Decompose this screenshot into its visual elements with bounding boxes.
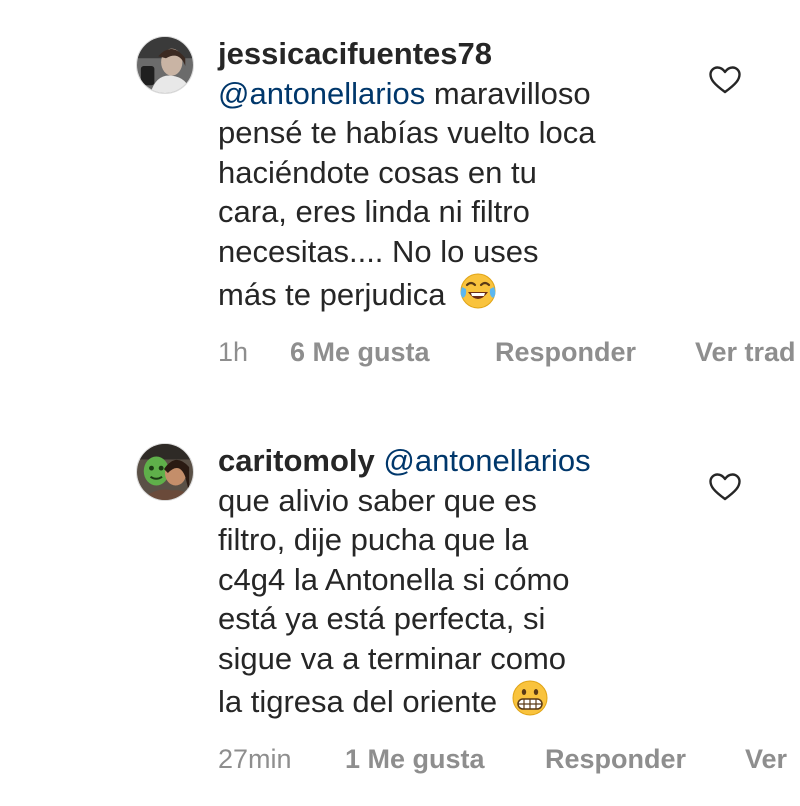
comment-line: haciéndote cosas en tu <box>218 154 537 190</box>
view-translation-button[interactable]: Ver trad <box>695 335 796 369</box>
likes-count[interactable]: 1 Me gusta <box>345 742 485 776</box>
comment-line: que alivio saber que es <box>218 482 537 518</box>
comment-timestamp: 1h <box>218 337 249 367</box>
mention-link[interactable]: @antonellarios <box>383 443 590 478</box>
comment-username[interactable]: caritomoly <box>218 443 375 478</box>
grimacing-face-icon <box>510 678 550 718</box>
comment-line: la tigresa del oriente <box>218 684 498 719</box>
comment-username[interactable]: jessicacifuentes78 <box>218 36 492 71</box>
comment-timestamp: 27min <box>218 744 292 774</box>
like-heart-icon[interactable] <box>708 65 742 95</box>
comment-line: está ya está perfecta, si <box>218 601 546 636</box>
comment-line: necesitas.... No lo uses <box>218 233 539 269</box>
comment-line: maravilloso <box>425 75 591 111</box>
comment-line: c4g4 la Antonella si cómo <box>218 561 570 597</box>
mention-link[interactable]: @antonellarios <box>218 76 425 111</box>
view-translation-button[interactable]: Ver <box>745 742 787 776</box>
comment-line: cara, eres linda ni filtro <box>218 194 530 229</box>
comment-line: más te perjudica <box>218 277 446 312</box>
face-with-tears-of-joy-icon <box>458 271 498 311</box>
avatar-photo-icon <box>137 37 193 93</box>
avatar-photo-icon <box>137 444 193 500</box>
avatar[interactable] <box>136 443 194 501</box>
comment-text: caritomoly @antonellarios que alivio sab… <box>218 441 688 722</box>
avatar[interactable] <box>136 36 194 94</box>
like-heart-icon[interactable] <box>708 472 742 502</box>
comment-line: filtro, dije pucha que la <box>218 522 529 557</box>
likes-count[interactable]: 6 Me gusta <box>290 335 430 369</box>
reply-button[interactable]: Responder <box>545 742 686 776</box>
comment-line: pensé te habías vuelto loca <box>218 115 596 150</box>
reply-button[interactable]: Responder <box>495 335 636 369</box>
comment-line: sigue va a terminar como <box>218 640 567 676</box>
comment-text: jessicacifuentes78 @antonellarios maravi… <box>218 34 688 315</box>
